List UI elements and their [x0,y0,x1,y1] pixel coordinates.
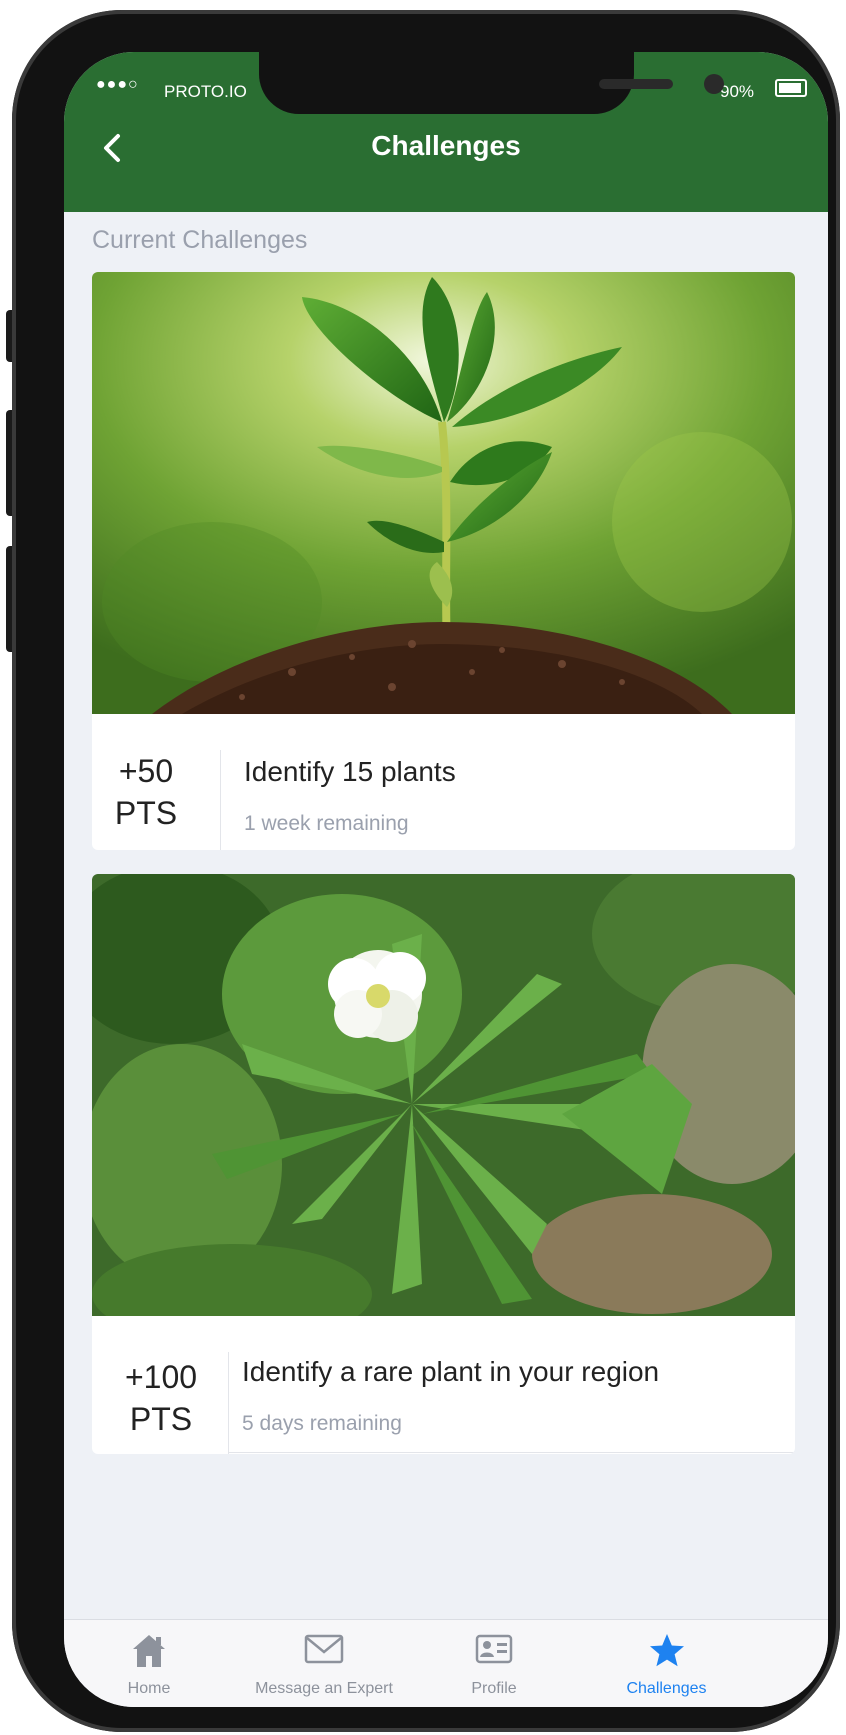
battery-percent: 90% [720,82,755,101]
row-separator [228,1452,795,1453]
tab-label: Profile [471,1680,517,1697]
challenge-remaining: 5 days remaining [242,1412,402,1435]
points-unit: PTS [114,795,178,831]
carrier-label: PROTO.IO [164,82,247,101]
mail-icon [304,1634,344,1664]
battery-icon [775,79,807,97]
signal-icon: ●●●○ [96,76,139,93]
seedling-image [92,272,795,714]
challenge-title: Identify 15 plants [244,756,456,787]
tab-message-an-expert[interactable]: Message an Expert [239,1620,409,1707]
speaker-grille [599,79,673,89]
tab-label: Challenges [626,1680,707,1697]
points-value: +100 PTS [106,1356,216,1440]
tab-label: Home [127,1680,171,1697]
challenge-card[interactable]: +50 PTS Identify 15 plants 1 week remain… [92,272,795,850]
tab-label: Message an Expert [255,1680,393,1697]
section-label: Current Challenges [92,226,308,254]
tab-challenges[interactable]: Challenges [614,1620,719,1707]
wildflower-image [92,874,795,1316]
home-icon [133,1635,165,1667]
challenge-title: Identify a rare plant in your region [242,1356,660,1387]
points-value: +50 PTS [106,750,186,834]
points-amount: +50 [118,753,174,789]
phone-frame: ●●●○ PROTO.IO 90% Challenges Current Cha… [12,10,840,1732]
tab-profile[interactable]: Profile [449,1620,539,1707]
points-unit: PTS [129,1401,193,1437]
divider [228,1352,229,1454]
page-title: Challenges [371,130,521,161]
tab-bar: Home Message an Expert Profile Challenge… [64,1619,828,1707]
phone-notch [259,52,724,114]
challenge-card-body: +50 PTS Identify 15 plants 1 week remain… [92,714,795,850]
star-icon [649,1634,684,1667]
challenge-card[interactable]: +100 PTS Identify a rare plant in your r… [92,874,795,1454]
tab-home[interactable]: Home [104,1620,194,1707]
divider [220,750,221,850]
screen: ●●●○ PROTO.IO 90% Challenges Current Cha… [64,52,828,1707]
points-amount: +100 [124,1359,198,1395]
front-camera [704,74,724,94]
challenge-card-body: +100 PTS Identify a rare plant in your r… [92,1316,795,1454]
challenge-remaining: 1 week remaining [244,812,409,835]
profile-card-icon [475,1634,513,1664]
